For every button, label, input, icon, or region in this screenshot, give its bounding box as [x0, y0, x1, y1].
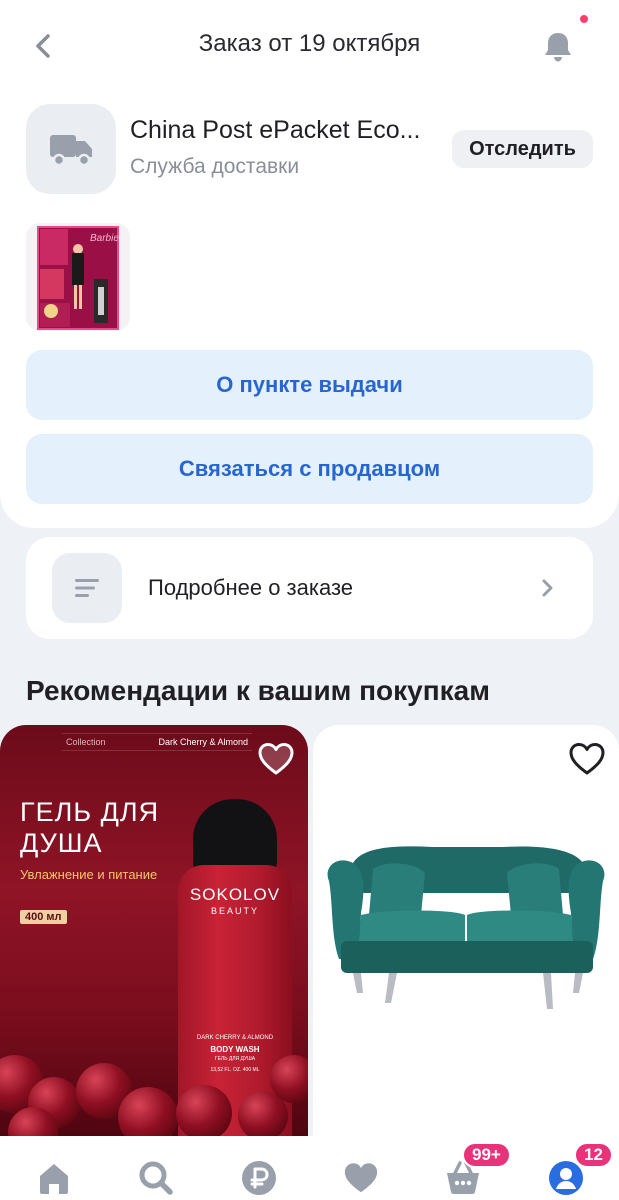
sofa-image [327, 846, 605, 1009]
nav-home[interactable] [34, 1158, 74, 1198]
details-icon-box [52, 553, 122, 623]
heart-outline-icon [258, 743, 294, 775]
profile-badge: 12 [574, 1142, 613, 1168]
track-button[interactable]: Отследить [452, 130, 593, 168]
favorite-button[interactable] [256, 739, 296, 779]
recommendation-card[interactable] [313, 725, 619, 1140]
delivery-service-icon-box [26, 104, 116, 194]
promo-subtitle: Увлажнение и питание [20, 867, 158, 882]
cart-badge: 99+ [462, 1142, 511, 1168]
truck-icon [50, 135, 92, 167]
details-label: Подробнее о заказе [148, 575, 354, 600]
cherry-decoration [176, 1085, 232, 1140]
contact-seller-button[interactable]: Связаться с продавцом [26, 434, 593, 504]
recommendations-title: Рекомендации к вашим покупкам [26, 675, 490, 706]
order-details-row[interactable]: Подробнее о заказе [26, 537, 593, 639]
ruble-icon [242, 1161, 276, 1195]
favorite-button[interactable] [567, 739, 607, 779]
order-card: Заказ от 19 октября China Post ePacket E… [0, 0, 619, 528]
nav-search[interactable] [136, 1158, 176, 1198]
bottle-brand-sub: BEAUTY [210, 906, 259, 916]
promo-collection-line: Collection Dark Cherry & Almond [62, 733, 252, 751]
bottle-label-flavor: DARK CHERRY & ALMOND [196, 1035, 274, 1041]
promo-collection-label: Collection [66, 737, 106, 747]
promo-flavor: Dark Cherry & Almond [158, 737, 248, 747]
header: Заказ от 19 октября [0, 0, 619, 92]
promo-volume-badge: 400 мл [20, 910, 67, 924]
heart-icon [344, 1163, 378, 1193]
promo-title: ГЕЛЬ ДЛЯ ДУША [20, 797, 160, 858]
recommendation-card[interactable]: Collection Dark Cherry & Almond ГЕЛЬ ДЛЯ… [0, 725, 308, 1140]
bottle-cap [193, 799, 277, 871]
notifications-button[interactable] [536, 24, 580, 68]
delivery-service-name: China Post ePacket Eco... [130, 116, 421, 144]
barbie-doll-image: Barbie [37, 226, 119, 330]
bottle-label-product: BODY WASH [210, 1045, 260, 1054]
bottle-brand: SOKOLOV [189, 885, 281, 904]
heart-outline-icon [569, 743, 605, 775]
bottom-nav: 99+ 12 [0, 1136, 619, 1200]
delivery-service-label: Служба доставки [130, 155, 300, 178]
page-title: Заказ от 19 октября [198, 30, 421, 57]
nav-favorites[interactable] [341, 1158, 381, 1198]
bell-icon [545, 33, 571, 62]
list-icon [75, 579, 99, 597]
product-thumbnail[interactable]: Barbie [26, 223, 130, 331]
chevron-right-icon [534, 574, 562, 602]
notification-dot [580, 15, 588, 23]
svg-text:Barbie: Barbie [90, 233, 119, 244]
pickup-point-button[interactable]: О пункте выдачи [26, 350, 593, 420]
nav-finance[interactable] [239, 1158, 279, 1198]
home-icon [40, 1164, 68, 1194]
cherry-decoration [118, 1087, 178, 1140]
bottle-label-russian: ГЕЛЬ ДЛЯ ДУША [214, 1056, 256, 1062]
search-icon [139, 1161, 173, 1195]
